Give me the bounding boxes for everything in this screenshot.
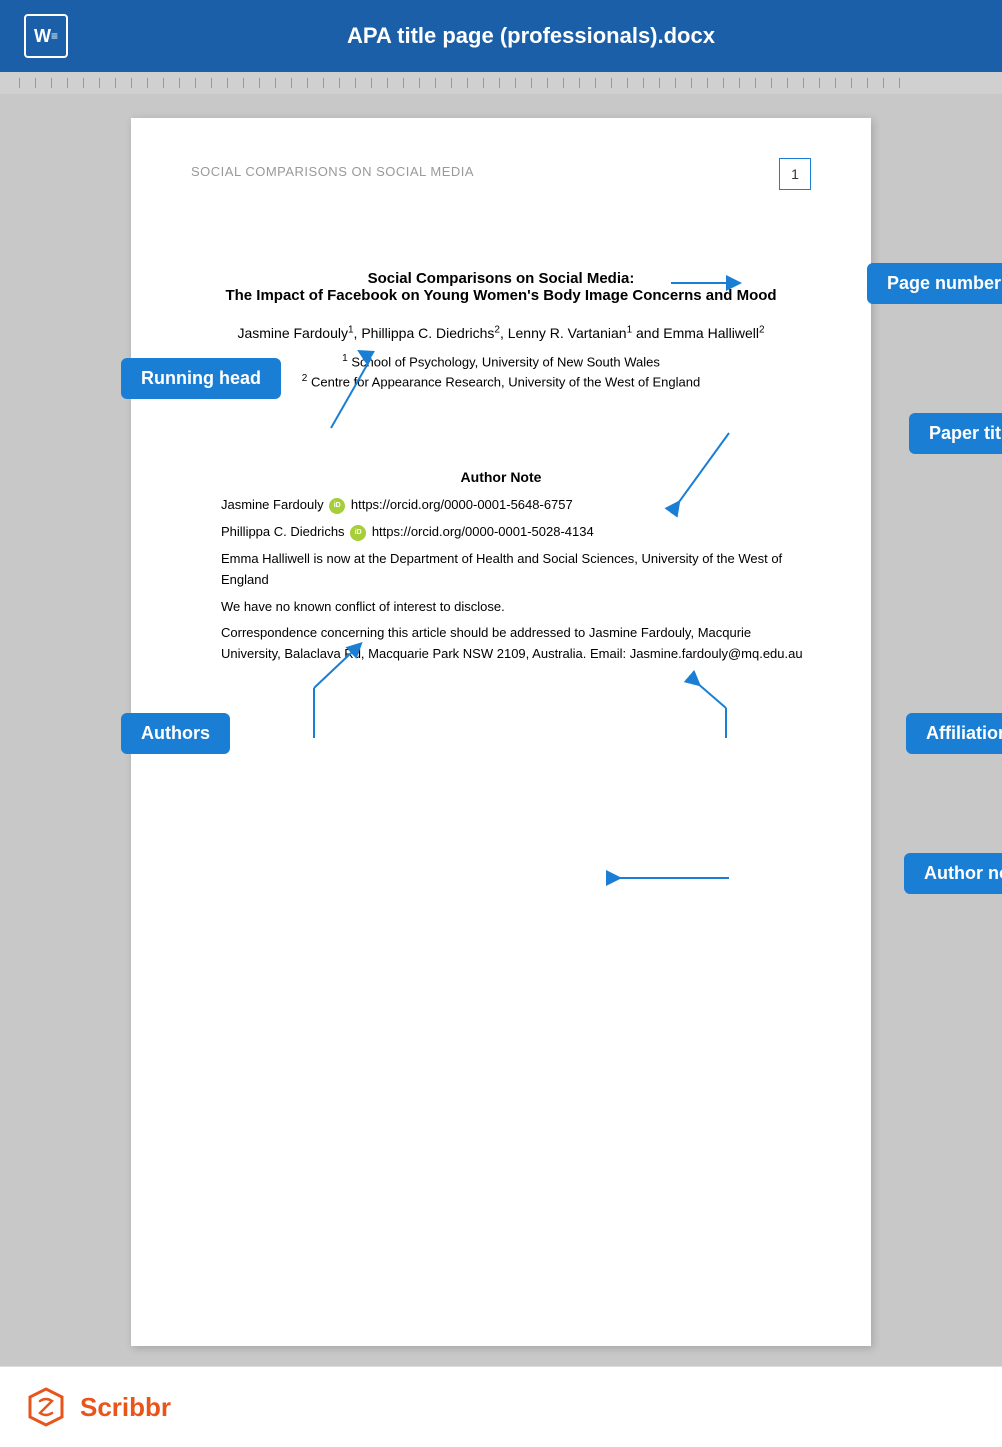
paper-title-section: Social Comparisons on Social Media: The … — [191, 270, 811, 304]
document-page: SOCIAL COMPARISONS ON SOCIAL MEDIA 1 Run… — [131, 118, 871, 1346]
main-area: SOCIAL COMPARISONS ON SOCIAL MEDIA 1 Run… — [0, 94, 1002, 1366]
paper-title-main: Social Comparisons on Social Media: — [191, 270, 811, 287]
paper-title-label: Paper title — [909, 413, 1002, 454]
paper-title-annotation: Paper title — [909, 413, 1002, 454]
authors-annotation: Authors — [121, 713, 230, 754]
affiliation-2: 2 Centre for Appearance Research, Univer… — [191, 373, 811, 389]
orcid-icon-2: iD — [350, 525, 366, 541]
author-fardouly: Jasmine Fardouly1, Phillippa C. Diedrich… — [237, 325, 764, 341]
footer: Scribbr — [0, 1366, 1002, 1447]
paper-title-sub: The Impact of Facebook on Young Women's … — [191, 287, 811, 304]
author-note-para-5: Correspondence concerning this article s… — [191, 623, 811, 665]
orcid-line-2: Phillippa C. Diedrichs iD https://orcid.… — [191, 522, 811, 543]
orcid-line-1: Jasmine Fardouly iD https://orcid.org/00… — [191, 495, 811, 516]
scribbr-logo-icon — [24, 1385, 68, 1429]
author-note-annotation: Author note — [904, 853, 1002, 894]
author-note-label: Author note — [904, 853, 1002, 894]
affiliations-label: Affiliations — [906, 713, 1002, 754]
document-title: APA title page (professionals).docx — [84, 23, 978, 49]
author-note-para-4: We have no known conflict of interest to… — [191, 597, 811, 618]
authors-line: Jasmine Fardouly1, Phillippa C. Diedrich… — [191, 324, 811, 341]
title-bar: W≡ APA title page (professionals).docx — [0, 0, 1002, 72]
authors-label: Authors — [121, 713, 230, 754]
running-head-text: SOCIAL COMPARISONS ON SOCIAL MEDIA — [191, 164, 474, 179]
orcid-icon-1: iD — [329, 498, 345, 514]
doc-header: SOCIAL COMPARISONS ON SOCIAL MEDIA 1 — [191, 158, 811, 190]
running-head-annotation: Running head — [121, 358, 281, 399]
ruler: // Generate ruler ticks inline after bod… — [0, 72, 1002, 94]
page-number-box: 1 — [779, 158, 811, 190]
page-number-label: Page number — [867, 263, 1002, 304]
author-note-para-3: Emma Halliwell is now at the Department … — [191, 549, 811, 591]
affiliations-annotation: Affiliations — [906, 713, 1002, 754]
affiliation-1: 1 School of Psychology, University of Ne… — [191, 353, 811, 369]
running-head-label: Running head — [121, 358, 281, 399]
word-icon: W≡ — [24, 14, 68, 58]
page-number-annotation: Page number — [867, 263, 1002, 304]
author-note-section: Author Note Jasmine Fardouly iD https://… — [191, 469, 811, 665]
author-note-title: Author Note — [191, 469, 811, 485]
scribbr-brand-name: Scribbr — [80, 1392, 171, 1423]
